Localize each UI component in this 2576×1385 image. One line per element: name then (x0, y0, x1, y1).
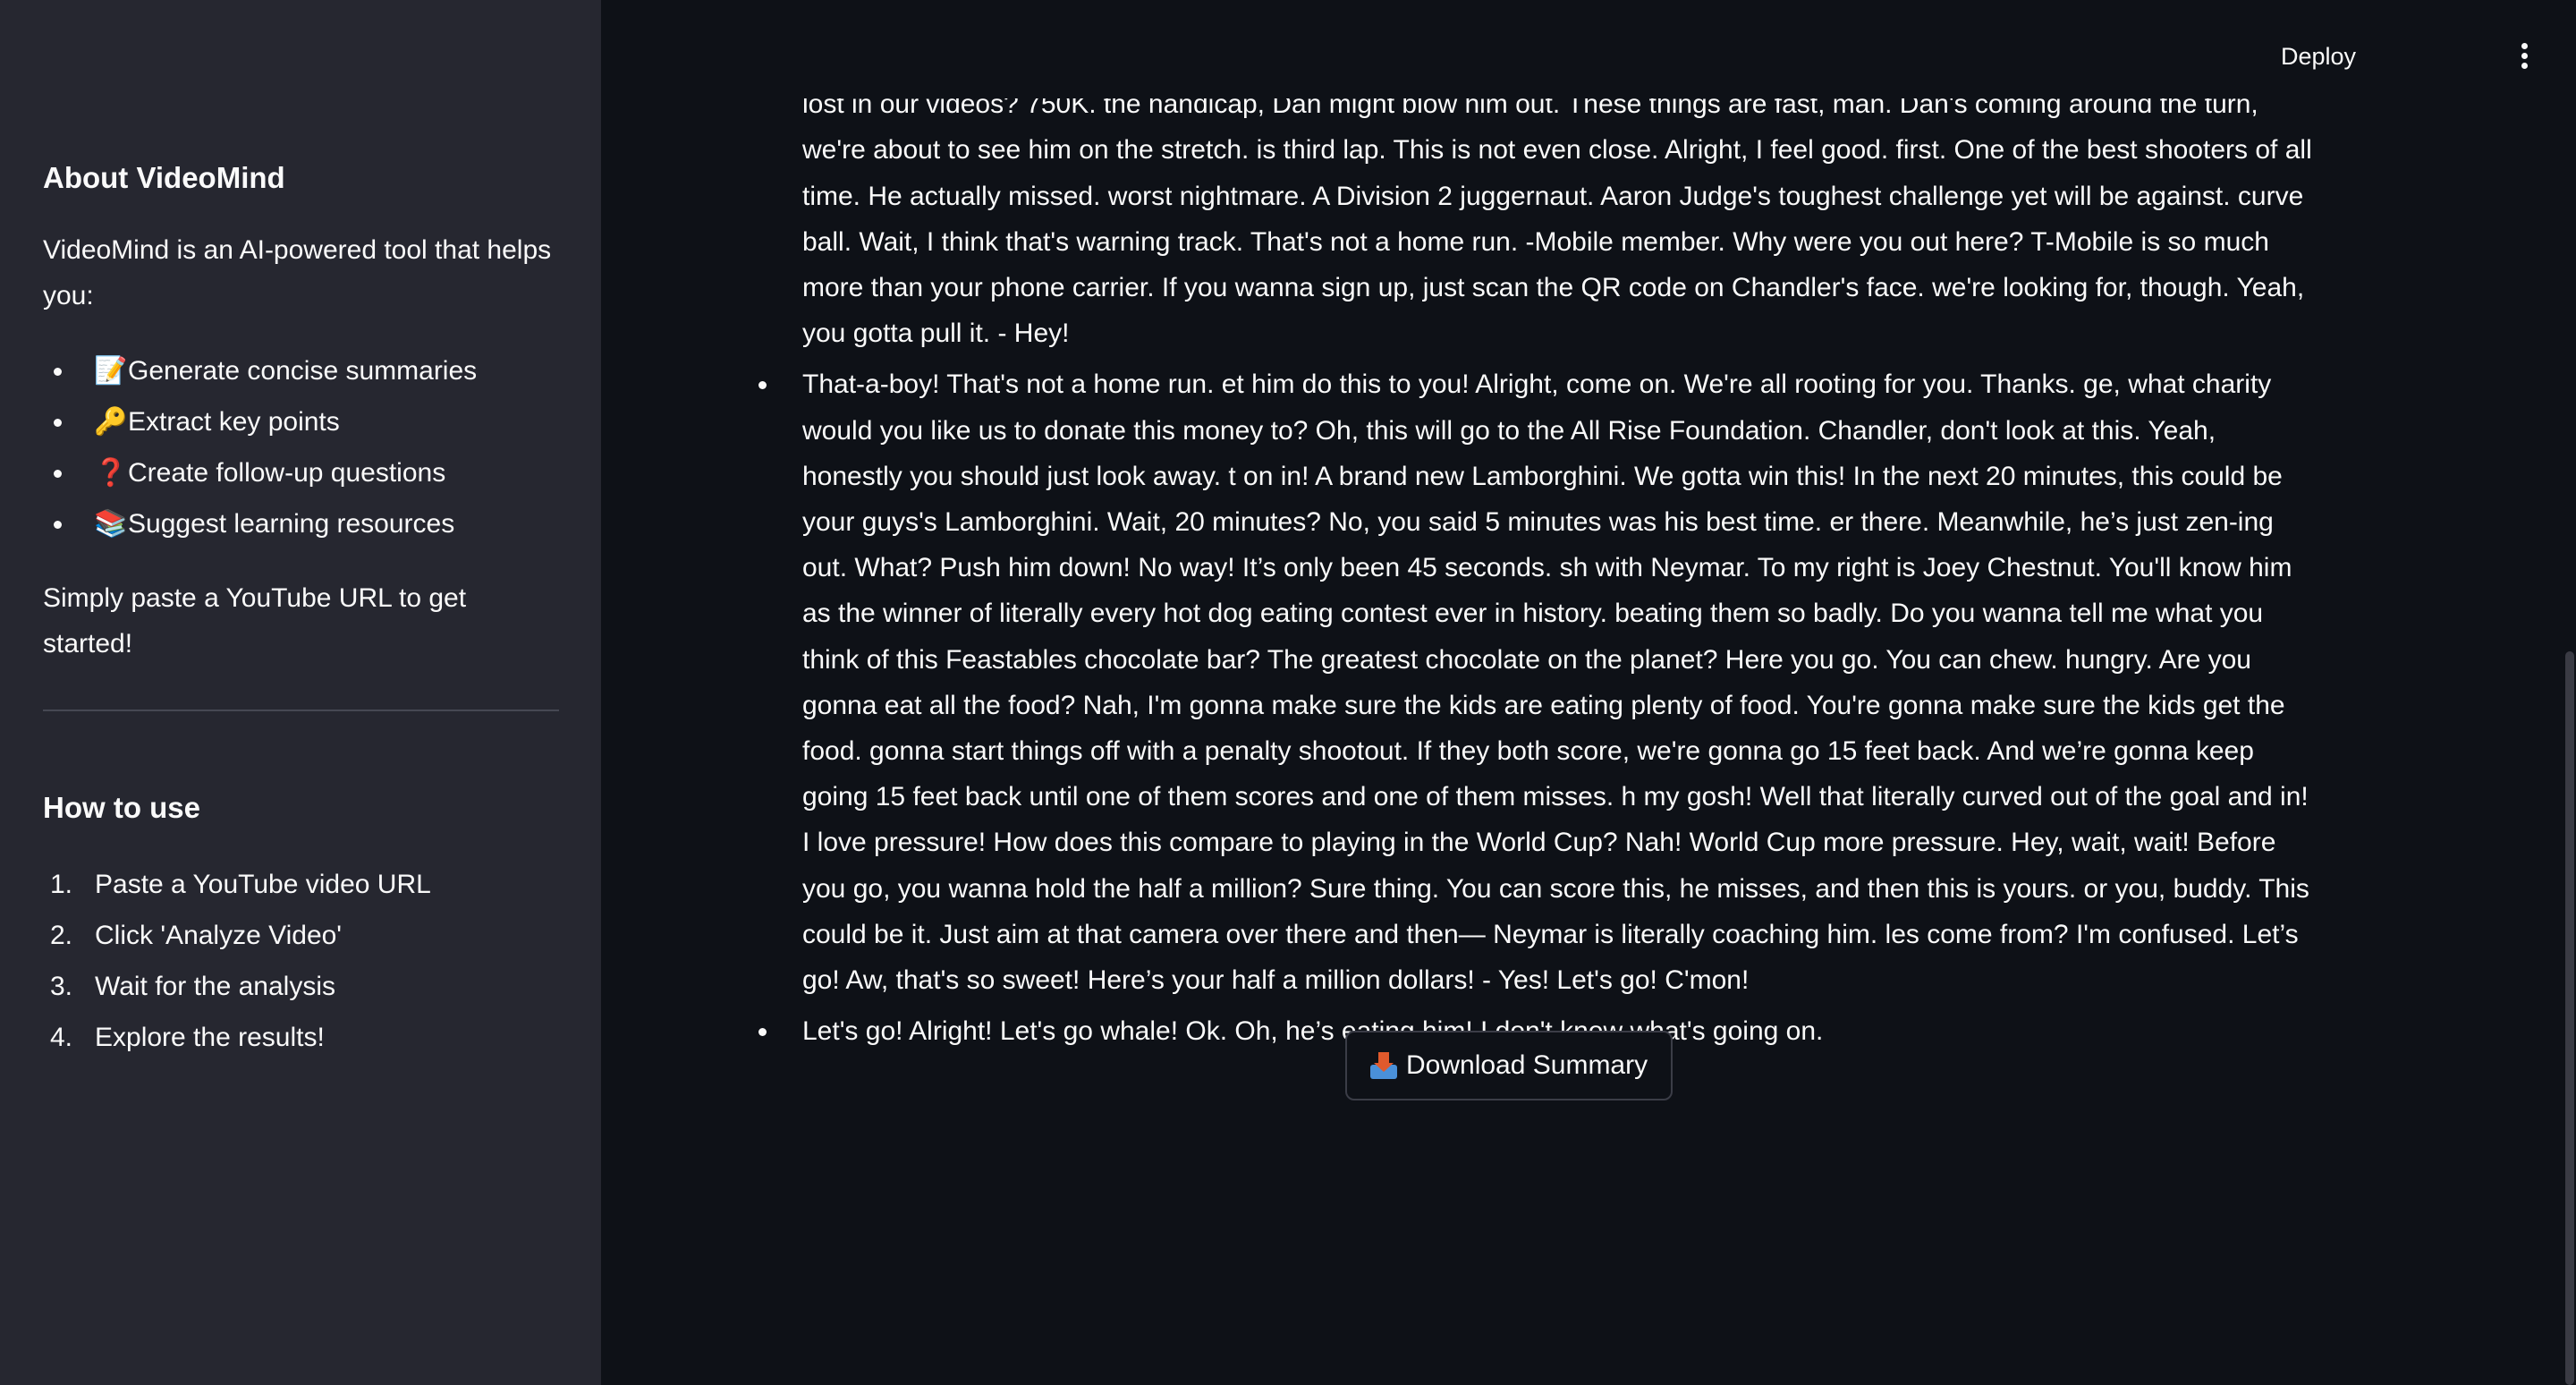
main-content: So he's a Bron guy? Oh my gosh. Alright,… (601, 0, 2576, 1385)
step-number: 3. (50, 972, 73, 1001)
top-header: Deploy (601, 0, 2576, 98)
step-label: Explore the results! (95, 1023, 325, 1052)
about-intro: VideoMind is an AI-powered tool that hel… (43, 235, 552, 310)
download-summary-label: Download Summary (1406, 1050, 1648, 1080)
download-summary-button[interactable]: Download Summary (1345, 1031, 1674, 1100)
step-item: 3. Wait for the analysis (43, 961, 431, 1012)
about-heading: About VideoMind (43, 161, 285, 194)
feature-label: Generate concise summaries (128, 356, 478, 386)
more-options-icon[interactable] (2513, 43, 2535, 70)
steps-list: 1. Paste a YouTube video URL 2. Click 'Ana… (43, 859, 431, 1063)
feature-item: 🔑Extract key points (43, 396, 477, 447)
feature-item: 📝Generate concise summaries (43, 345, 477, 396)
sidebar-divider (43, 709, 559, 711)
step-item: 1. Paste a YouTube video URL (43, 859, 431, 910)
feature-label: Extract key points (128, 407, 340, 437)
scrollbar-thumb[interactable] (2565, 651, 2574, 1385)
step-label: Click 'Analyze Video' (95, 921, 343, 950)
step-label: Wait for the analysis (95, 972, 335, 1001)
summary-list: So he's a Bron guy? Oh my gosh. Alright,… (751, 36, 2317, 1054)
summary-section: So he's a Bron guy? Oh my gosh. Alright,… (751, 36, 2317, 1059)
memo-icon: 📝 (94, 356, 128, 386)
step-number: 1. (50, 870, 73, 899)
feature-label: Create follow-up questions (128, 458, 446, 488)
feature-list: 📝Generate concise summaries 🔑Extract key… (43, 345, 477, 549)
get-started-text: Simply paste a YouTube URL to get starte… (43, 583, 467, 659)
summary-item: That-a-boy! That's not a home run. et hi… (751, 361, 2317, 1003)
step-number: 4. (50, 1023, 73, 1052)
books-icon: 📚 (94, 509, 128, 539)
app: About VideoMind VideoMind is an AI-power… (0, 0, 2576, 1385)
step-item: 2. Click 'Analyze Video' (43, 910, 431, 961)
step-label: Paste a YouTube video URL (95, 870, 431, 899)
inbox-tray-icon (1370, 1052, 1397, 1079)
feature-item: 📚Suggest learning resources (43, 498, 477, 549)
feature-label: Suggest learning resources (128, 509, 455, 539)
step-number: 2. (50, 921, 73, 950)
how-to-use-heading: How to use (43, 791, 201, 824)
sidebar: About VideoMind VideoMind is an AI-power… (0, 0, 601, 1385)
deploy-button[interactable]: Deploy (2281, 43, 2356, 71)
step-item: 4. Explore the results! (43, 1012, 431, 1063)
feature-item: ❓Create follow-up questions (43, 447, 477, 498)
question-mark-icon: ❓ (94, 458, 128, 488)
key-icon: 🔑 (94, 407, 128, 437)
